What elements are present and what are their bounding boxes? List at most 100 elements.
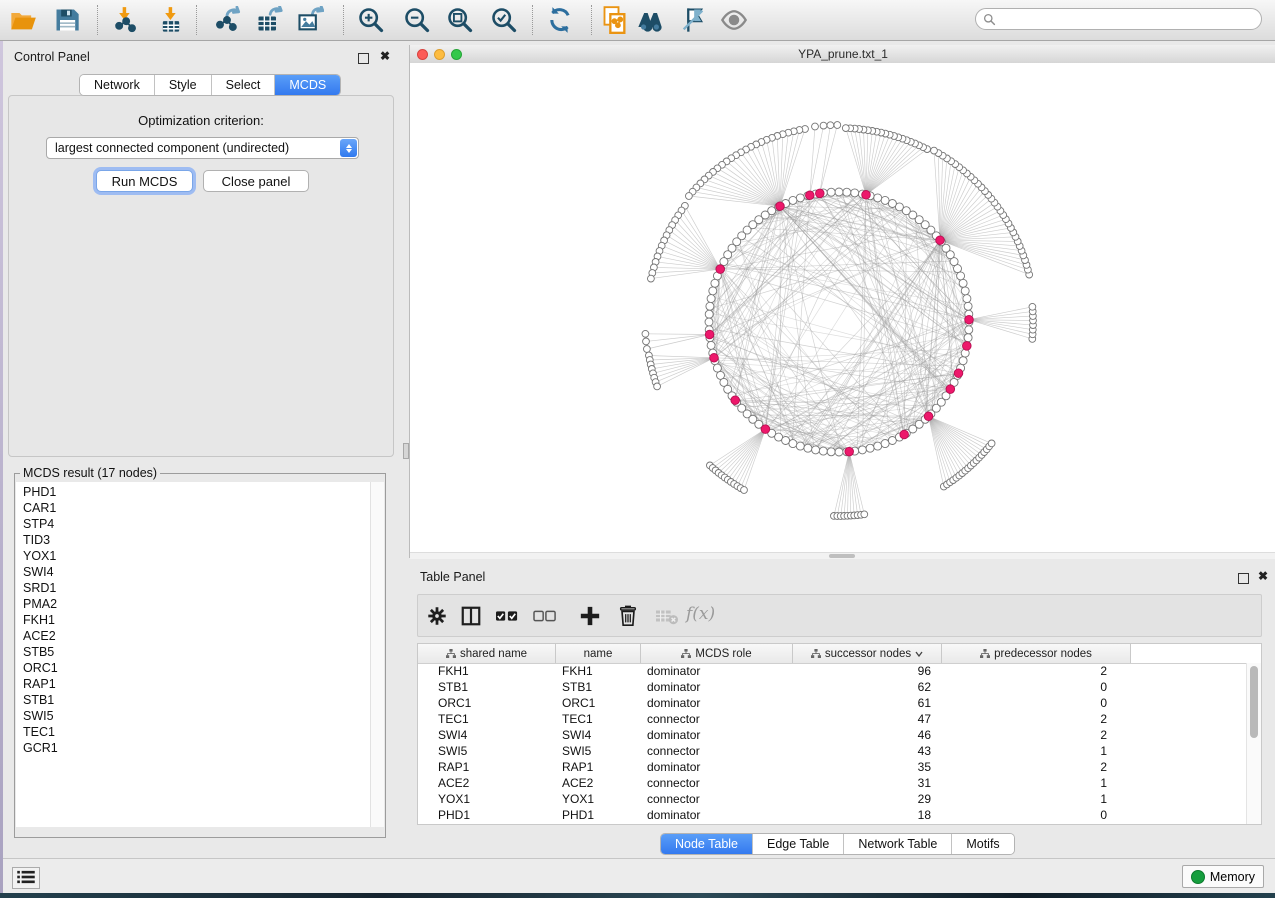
table-row[interactable]: ACE2ACE2connector311 [418, 775, 1247, 791]
mcds-result-item[interactable]: RAP1 [23, 676, 371, 692]
graph-node[interactable] [654, 383, 661, 390]
float-table-panel-icon[interactable] [1238, 573, 1249, 584]
graph-mcds-node[interactable] [963, 342, 972, 351]
graph-node[interactable] [789, 196, 797, 204]
graph-node[interactable] [842, 125, 849, 132]
graph-node[interactable] [961, 287, 969, 295]
open-session-icon[interactable] [6, 4, 40, 36]
graph-node[interactable] [835, 188, 843, 196]
save-session-icon[interactable] [50, 4, 84, 36]
graph-node[interactable] [888, 200, 896, 208]
column-header-predecessor-nodes[interactable]: predecessor nodes [942, 644, 1131, 663]
table-scroll-thumb[interactable] [1250, 666, 1258, 738]
graph-node[interactable] [861, 511, 868, 518]
graph-mcds-node[interactable] [862, 191, 871, 200]
graph-node[interactable] [874, 442, 882, 450]
tab-network[interactable]: Network [80, 75, 155, 95]
graph-node[interactable] [741, 487, 748, 494]
export-table-icon[interactable] [252, 4, 286, 36]
table-row[interactable]: SWI5SWI5connector431 [418, 743, 1247, 759]
hide-labels-icon[interactable] [676, 4, 710, 36]
mcds-result-item[interactable]: GCR1 [23, 740, 371, 756]
graph-node[interactable] [957, 272, 965, 280]
graph-mcds-node[interactable] [924, 412, 933, 421]
mcds-result-item[interactable]: SWI4 [23, 564, 371, 580]
graph-mcds-node[interactable] [936, 236, 945, 245]
show-panels-list-icon[interactable] [12, 867, 40, 889]
graph-mcds-node[interactable] [845, 447, 854, 456]
new-network-from-selection-icon[interactable] [598, 4, 632, 36]
close-panel-icon[interactable]: ✖ [380, 49, 390, 63]
graph-node[interactable] [642, 330, 649, 337]
tab-style[interactable]: Style [155, 75, 212, 95]
graph-mcds-node[interactable] [731, 396, 740, 405]
graph-node[interactable] [827, 122, 834, 129]
table-row[interactable]: YOX1YOX1connector291 [418, 791, 1247, 807]
float-window-icon[interactable] [358, 53, 369, 64]
add-row-icon[interactable] [574, 601, 606, 631]
graph-node[interactable] [706, 302, 714, 310]
tab-node-table[interactable]: Node Table [661, 834, 753, 854]
delete-rows-icon[interactable] [612, 601, 644, 631]
graph-node[interactable] [705, 310, 713, 318]
graph-node[interactable] [988, 440, 995, 447]
graph-mcds-node[interactable] [716, 265, 725, 274]
mcds-result-item[interactable]: TID3 [23, 532, 371, 548]
graph-node[interactable] [796, 194, 804, 202]
show-hide-columns-icon[interactable] [455, 601, 487, 631]
graph-node[interactable] [812, 446, 820, 454]
graph-mcds-node[interactable] [761, 425, 770, 434]
mcds-result-item[interactable]: STP4 [23, 516, 371, 532]
graph-node[interactable] [819, 447, 827, 455]
search-box[interactable] [975, 8, 1262, 30]
tab-select[interactable]: Select [212, 75, 276, 95]
tab-mcds[interactable]: MCDS [275, 75, 340, 95]
memory-button[interactable]: Memory [1182, 865, 1264, 888]
graph-node[interactable] [874, 194, 882, 202]
graph-node[interactable] [964, 334, 972, 342]
network-hscroll-thumb[interactable] [829, 554, 855, 558]
find-icon[interactable] [633, 4, 667, 36]
mcds-result-list[interactable]: PHD1CAR1STP4TID3YOX1SWI4SRD1PMA2FKH1ACE2… [16, 482, 371, 827]
graph-node[interactable] [881, 196, 889, 204]
mcds-result-item[interactable]: ORC1 [23, 660, 371, 676]
export-image-icon[interactable] [293, 4, 327, 36]
graph-node[interactable] [965, 326, 973, 334]
graph-node[interactable] [812, 123, 819, 130]
graph-node[interactable] [796, 442, 804, 450]
zoom-in-icon[interactable] [354, 4, 388, 36]
optimization-criterion-select[interactable]: largest connected component (undirected) [46, 137, 359, 159]
mcds-result-item[interactable]: ACE2 [23, 628, 371, 644]
graph-node[interactable] [648, 275, 655, 282]
table-row[interactable]: FKH1FKH1dominator962 [418, 663, 1247, 679]
select-all-rows-icon[interactable] [491, 601, 523, 631]
column-header-name[interactable]: name [556, 644, 641, 663]
graph-node[interactable] [843, 188, 851, 196]
graph-node[interactable] [644, 346, 651, 353]
mcds-result-item[interactable]: STB5 [23, 644, 371, 660]
close-table-panel-icon[interactable]: ✖ [1258, 569, 1268, 583]
network-hscrollbar[interactable] [410, 552, 1275, 559]
graph-node[interactable] [851, 189, 859, 197]
column-header-shared-name[interactable]: shared name [418, 644, 556, 663]
graph-mcds-node[interactable] [816, 189, 825, 198]
graph-node[interactable] [643, 338, 650, 345]
network-canvas[interactable] [410, 63, 1275, 552]
graph-mcds-node[interactable] [776, 202, 785, 211]
column-header-successor-nodes[interactable]: successor nodes [793, 644, 942, 663]
table-row[interactable]: ORC1ORC1dominator610 [418, 695, 1247, 711]
graph-node[interactable] [1029, 303, 1036, 310]
zoom-selected-icon[interactable] [487, 4, 521, 36]
graph-mcds-node[interactable] [705, 330, 714, 339]
graph-node[interactable] [709, 287, 717, 295]
zoom-out-icon[interactable] [400, 4, 434, 36]
table-scrollbar[interactable] [1246, 663, 1261, 824]
graph-mcds-node[interactable] [946, 385, 955, 394]
zoom-fit-icon[interactable] [443, 4, 477, 36]
export-network-icon[interactable] [210, 4, 244, 36]
graph-node[interactable] [686, 193, 693, 200]
graph-mcds-node[interactable] [710, 354, 719, 363]
graph-node[interactable] [820, 122, 827, 129]
network-window-titlebar[interactable]: YPA_prune.txt_1 [410, 45, 1275, 64]
mcds-result-item[interactable]: PMA2 [23, 596, 371, 612]
